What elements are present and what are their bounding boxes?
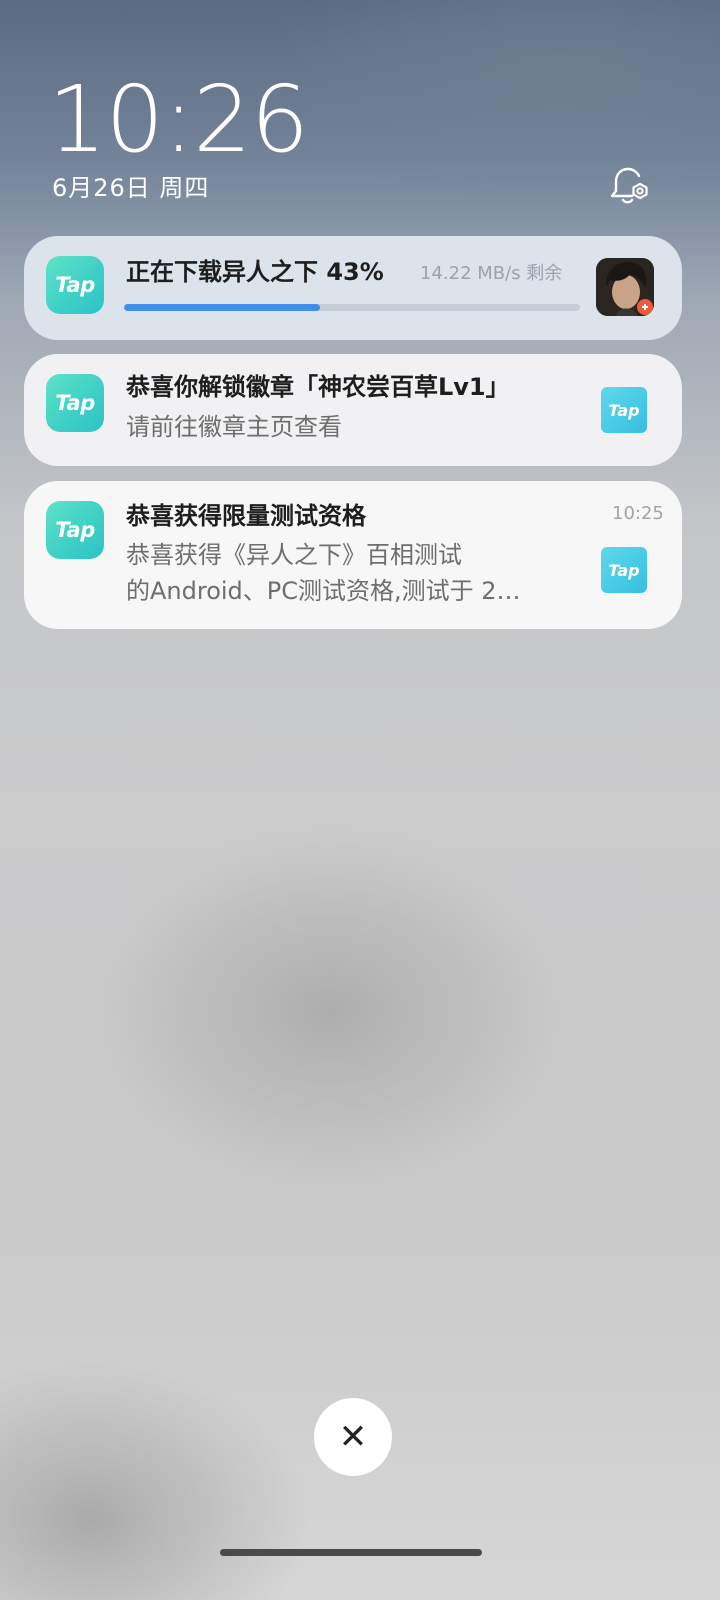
game-character-thumbnail-icon — [596, 258, 654, 316]
close-icon: ✕ — [338, 1417, 368, 1457]
download-notification[interactable]: Tap 正在下载异人之下 43% 14.22 MB/s 剩余 — [24, 236, 682, 340]
download-speed: 14.22 MB/s 剩余 — [420, 263, 563, 284]
taptap-app-icon: Tap — [46, 256, 104, 314]
badge-notification-body: 请前往徽章主页查看 — [126, 413, 342, 441]
test-qualification-notification[interactable]: Tap 恭喜获得限量测试资格 10:25 恭喜获得《异人之下》百相测试 的And… — [24, 481, 682, 629]
lockscreen-clock: 10:26 — [48, 66, 309, 173]
lockscreen-date: 6月26日 周四 — [52, 174, 210, 202]
qualification-title: 恭喜获得限量测试资格 — [126, 502, 366, 530]
taptap-app-icon: Tap — [46, 501, 104, 559]
game-thumbnail — [596, 258, 654, 316]
notification-settings-icon[interactable] — [608, 164, 652, 208]
notification-time: 10:25 — [612, 503, 664, 524]
download-progress-fill — [124, 304, 321, 311]
download-title: 正在下载异人之下 43% — [126, 258, 384, 286]
clear-notifications-button[interactable]: ✕ — [314, 1398, 392, 1476]
taptap-large-icon: Tap — [601, 387, 647, 433]
badge-notification-title: 恭喜你解锁徽章「神农尝百草Lv1」 — [126, 373, 510, 401]
download-progress-bar — [124, 304, 580, 311]
home-indicator[interactable] — [220, 1549, 482, 1556]
taptap-app-icon: Tap — [46, 374, 104, 432]
badge-notification[interactable]: Tap 恭喜你解锁徽章「神农尝百草Lv1」 请前往徽章主页查看 Tap — [24, 354, 682, 466]
qualification-body-line1: 恭喜获得《异人之下》百相测试 — [126, 541, 462, 569]
qualification-body-line2: 的Android、PC测试资格,测试于 2… — [126, 577, 521, 605]
taptap-large-icon: Tap — [601, 547, 647, 593]
